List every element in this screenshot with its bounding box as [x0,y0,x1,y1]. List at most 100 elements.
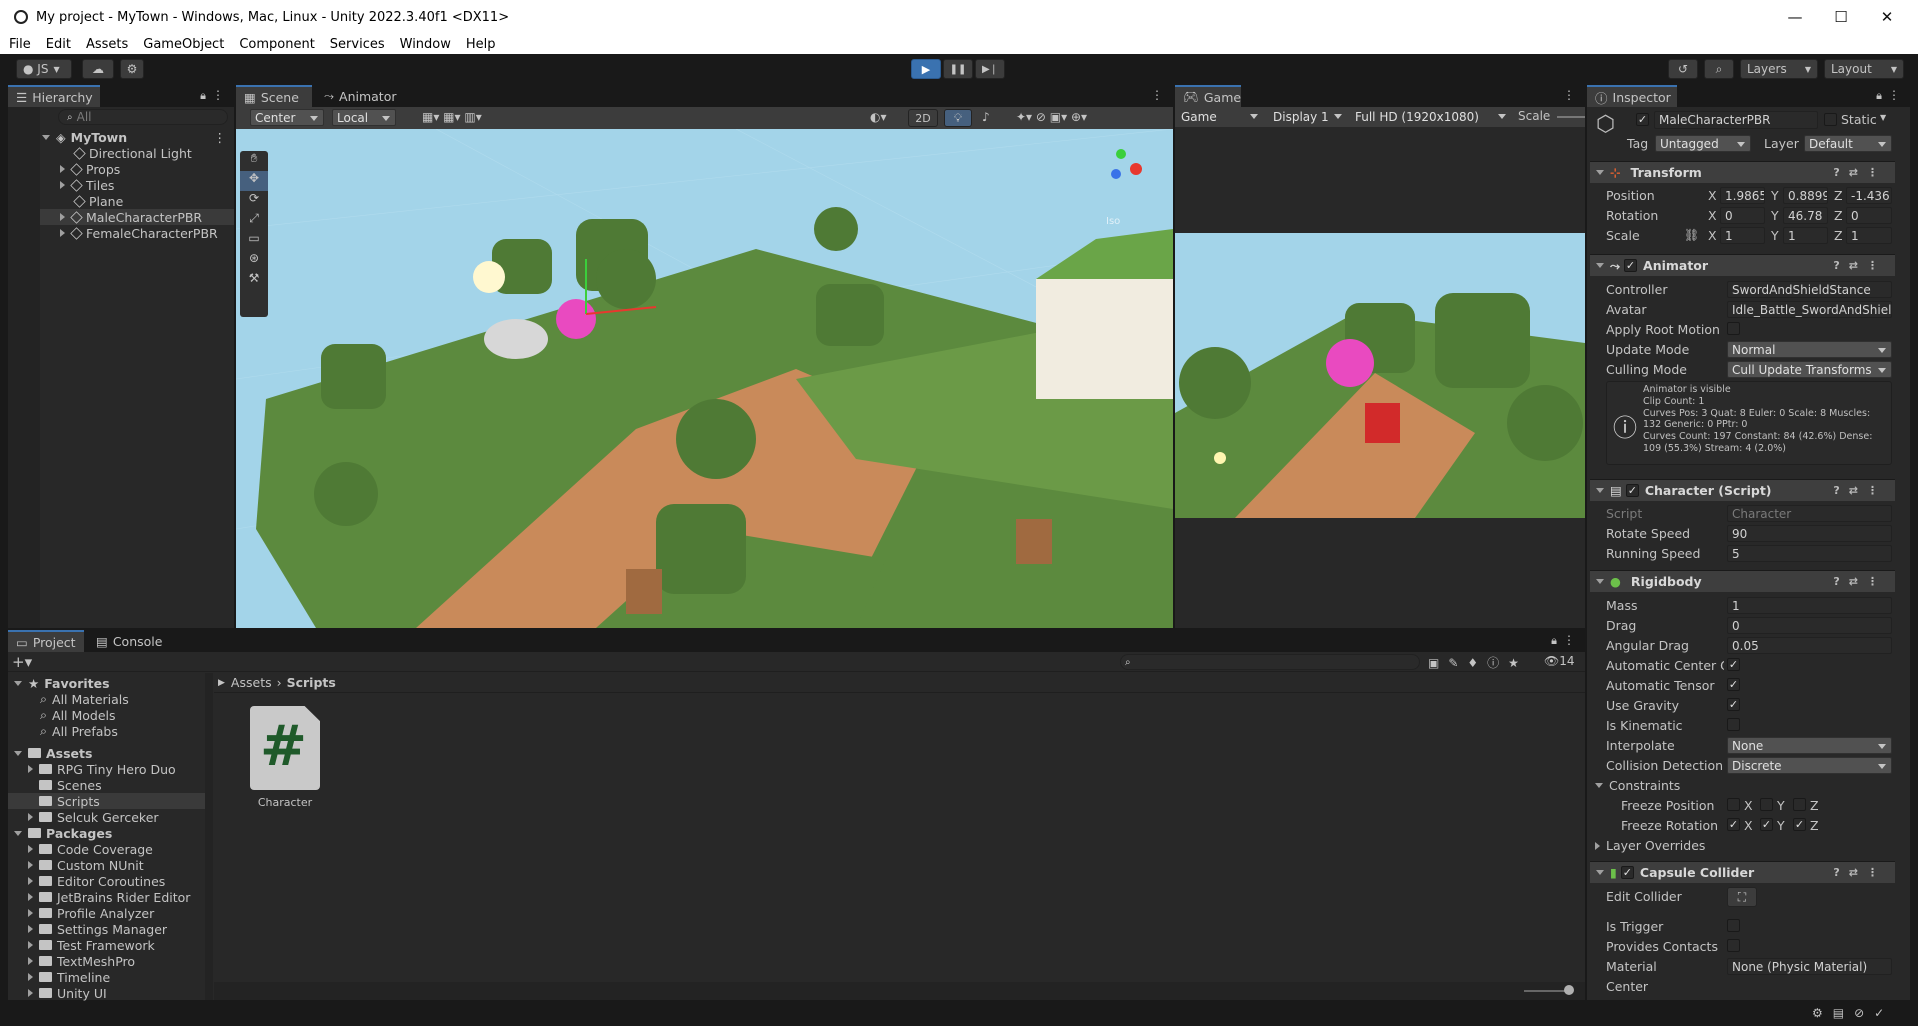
collab-button[interactable]: ⚙ [120,59,144,79]
tab-project[interactable]: ▭ Project [8,630,84,652]
assets-root-row[interactable]: Assets [8,745,92,761]
search-button[interactable]: ⌕ [1704,59,1734,79]
hand-tool-icon[interactable]: ✋︎ [240,151,268,171]
chevron-down-icon[interactable] [42,134,50,140]
asset-folder[interactable]: RPG Tiny Hero Duo [8,761,176,777]
step-button[interactable]: ▶❘ [975,59,1005,79]
tab-scene[interactable]: ▦ Scene [236,85,312,107]
tag-dropdown[interactable]: Untagged [1655,135,1751,152]
audio-toggle-icon[interactable]: ♪ [982,110,990,124]
lock-icon[interactable]: 🔒︎ [1876,89,1882,103]
position-y-field[interactable]: 0.8899 [1783,187,1828,204]
space-dropdown[interactable]: Local [332,109,396,126]
kebab-menu-icon[interactable]: ⋮ [212,88,224,102]
asset-folder[interactable]: Scenes [8,777,102,793]
menu-edit[interactable]: Edit [46,37,71,52]
custom-tool-icon[interactable]: ⚒ [240,271,268,291]
package-folder[interactable]: Settings Manager [8,921,167,937]
hierarchy-scene-row[interactable]: ◈ MyTown ⋮ [8,129,234,145]
kebab-menu-icon[interactable]: ⋮ [1151,88,1163,102]
hierarchy-item[interactable]: Props [8,161,234,177]
static-dropdown-icon[interactable]: ▼ [1880,113,1886,122]
display-dropdown[interactable]: Display 1 [1269,108,1347,125]
freeze-rot-z-checkbox[interactable]: ✓ [1793,818,1806,831]
collision-detection-dropdown[interactable]: Discrete [1727,757,1892,774]
package-folder[interactable]: TextMeshPro [8,953,135,969]
kebab-menu-icon[interactable]: ⋮ [1563,633,1575,647]
script-enabled-checkbox[interactable]: ✓ [1625,484,1639,497]
freeze-rot-x-checkbox[interactable]: ✓ [1727,818,1740,831]
pause-button[interactable]: ❚❚ [943,59,973,79]
edit-collider-button[interactable]: ⛶ [1727,887,1757,907]
rotation-z-field[interactable]: 0 [1846,207,1892,224]
component-header-icons[interactable]: ?⇄⋮ [1833,866,1887,879]
component-header-icons[interactable]: ?⇄⋮ [1833,575,1887,588]
mass-field[interactable]: 1 [1727,597,1892,614]
freeze-pos-y-checkbox[interactable] [1760,798,1773,811]
tree-scrollbar[interactable] [205,673,213,1000]
angular-drag-field[interactable]: 0.05 [1727,637,1892,654]
maximize-button[interactable]: ☐ [1818,0,1864,34]
scale-z-field[interactable]: 1 [1846,227,1892,244]
grid-snap-icon[interactable]: ▦▾ ▦▾ ▥▾ [422,110,482,124]
material-field[interactable]: None (Physic Material) [1727,958,1892,975]
freeze-rot-y-checkbox[interactable]: ✓ [1760,818,1773,831]
toggle-2d-button[interactable]: 2D [908,109,938,127]
is-kinematic-checkbox[interactable] [1727,718,1740,731]
component-header-icons[interactable]: ?⇄⋮ [1833,166,1887,179]
lighting-toggle[interactable]: 💡︎ [944,109,972,127]
chevron-down-icon[interactable] [1596,579,1604,584]
menu-component[interactable]: Component [239,37,314,52]
favorite-item[interactable]: ⌕ All Models [8,707,116,723]
rotate-speed-field[interactable]: 90 [1727,525,1892,542]
packages-root-row[interactable]: Packages [8,825,112,841]
layer-overrides-foldout[interactable]: Layer Overrides [1595,838,1705,853]
rotation-x-field[interactable]: 0 [1720,207,1765,224]
hierarchy-item[interactable]: FemaleCharacterPBR [8,225,234,241]
history-button[interactable]: ↺ [1668,59,1698,79]
close-button[interactable]: ✕ [1864,0,1910,34]
hierarchy-search-input[interactable]: ⌕ All [58,109,228,125]
add-icon[interactable]: +▾ [12,653,32,671]
scale-tool-icon[interactable]: ⤢ [240,211,268,231]
package-folder[interactable]: Test Framework [8,937,155,953]
static-checkbox[interactable] [1824,113,1837,126]
running-speed-field[interactable]: 5 [1727,545,1892,562]
hierarchy-item[interactable]: Directional Light [8,145,234,161]
package-folder[interactable]: Custom NUnit [8,857,144,873]
favorite-item[interactable]: ⌕ All Prefabs [8,723,118,739]
component-header-icons[interactable]: ?⇄⋮ [1833,484,1887,497]
animator-enabled-checkbox[interactable]: ✓ [1624,259,1638,272]
drag-field[interactable]: 0 [1727,617,1892,634]
chevron-down-icon[interactable] [1595,783,1603,788]
freeze-pos-z-checkbox[interactable] [1793,798,1806,811]
menu-file[interactable]: File [9,37,31,52]
effects-icon[interactable]: ✦▾ ⊘ ▣▾ ⊕▾ [1016,110,1087,124]
provides-contacts-checkbox[interactable] [1727,939,1740,952]
chevron-down-icon[interactable] [1596,488,1604,493]
package-folder[interactable]: Code Coverage [8,841,153,857]
pivot-dropdown[interactable]: Center [250,109,324,126]
hierarchy-item-selected[interactable]: MaleCharacterPBR [8,209,234,225]
apply-root-motion-checkbox[interactable] [1727,322,1740,335]
update-mode-dropdown[interactable]: Normal [1727,341,1892,358]
menu-assets[interactable]: Assets [86,37,128,52]
project-search-input[interactable]: ⌕ [1120,654,1420,670]
resolution-dropdown[interactable]: Full HD (1920x1080) [1351,108,1511,125]
kebab-menu-icon[interactable]: ⋮ [1563,88,1575,102]
position-x-field[interactable]: 1.98656 [1720,187,1765,204]
game-mode-dropdown[interactable]: Game [1177,108,1263,125]
breadcrumb-assets[interactable]: Assets [231,675,272,690]
hierarchy-item[interactable]: Tiles [8,177,234,193]
hidden-packages-counter[interactable]: 👁︎14 [1544,654,1575,668]
package-folder[interactable]: Profile Analyzer [8,905,154,921]
chevron-down-icon[interactable] [1596,870,1604,875]
component-header-icons[interactable]: ?⇄⋮ [1833,259,1887,272]
menu-services[interactable]: Services [330,37,385,52]
constraints-foldout[interactable]: Constraints [1595,778,1680,793]
collider-enabled-checkbox[interactable]: ✓ [1620,866,1634,879]
scale-y-field[interactable]: 1 [1783,227,1828,244]
scale-x-field[interactable]: 1 [1720,227,1765,244]
icon-size-slider-handle[interactable] [1564,985,1574,995]
chevron-down-icon[interactable] [1596,170,1604,175]
